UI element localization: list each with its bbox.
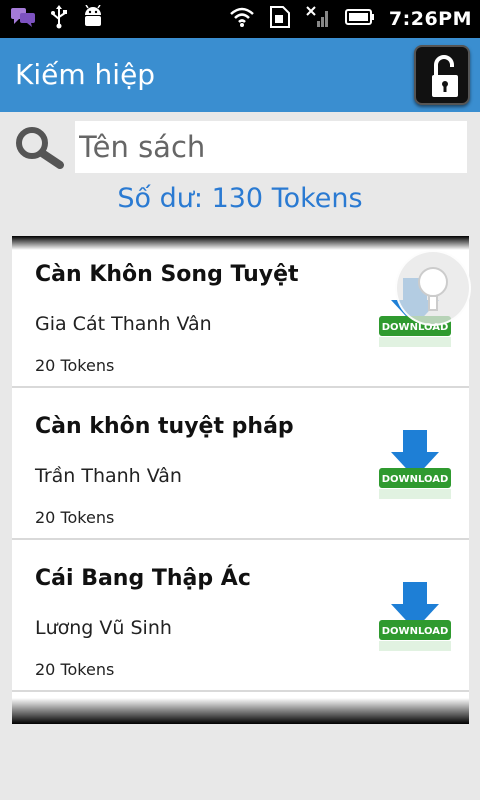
download-button[interactable]: DOWNLOAD	[377, 428, 453, 500]
unlock-icon	[432, 55, 458, 97]
token-balance: Số dư: 130 Tokens	[117, 183, 363, 214]
list-bottom-shadow	[12, 698, 469, 724]
download-icon: DOWNLOAD	[379, 430, 451, 499]
battery-icon	[344, 7, 375, 31]
usb-icon	[50, 5, 68, 33]
sim-icon	[269, 5, 291, 33]
page-title: Kiếm hiệp	[15, 58, 156, 91]
download-icon: DOWNLOAD	[379, 582, 451, 651]
wifi-icon	[229, 6, 255, 32]
list-item[interactable]: Càn khôn tuyệt pháp Trần Thanh Vân 20 To…	[12, 388, 469, 540]
android-icon	[82, 4, 104, 33]
status-bar: 7:26PM	[0, 0, 480, 38]
list-item[interactable]: Cái Bang Thập Ác Lương Vũ Sinh 20 Tokens…	[12, 540, 469, 692]
book-title: Càn khôn tuyệt pháp	[35, 414, 294, 439]
download-label: DOWNLOAD	[382, 626, 449, 637]
book-price: 20 Tokens	[35, 660, 115, 679]
signal-icon	[305, 5, 331, 33]
book-price: 20 Tokens	[35, 356, 115, 375]
book-title: Cái Bang Thập Ác	[35, 566, 251, 591]
search-input[interactable]	[75, 121, 467, 173]
list-top-shadow	[12, 236, 469, 250]
chat-icon	[10, 6, 36, 32]
book-author: Trần Thanh Vân	[35, 465, 182, 487]
search-icon[interactable]	[14, 125, 70, 169]
book-author: Gia Cát Thanh Vân	[35, 313, 212, 335]
action-bar: Kiếm hiệp	[0, 38, 480, 112]
download-button[interactable]: DOWNLOAD	[377, 580, 453, 652]
book-title: Càn Khôn Song Tuyệt	[35, 262, 299, 287]
scroll-indicator[interactable]	[395, 250, 471, 326]
book-author: Lương Vũ Sinh	[35, 617, 172, 639]
unlock-button[interactable]	[414, 45, 470, 105]
book-price: 20 Tokens	[35, 508, 115, 527]
download-label: DOWNLOAD	[382, 474, 449, 485]
clock: 7:26PM	[388, 8, 472, 30]
